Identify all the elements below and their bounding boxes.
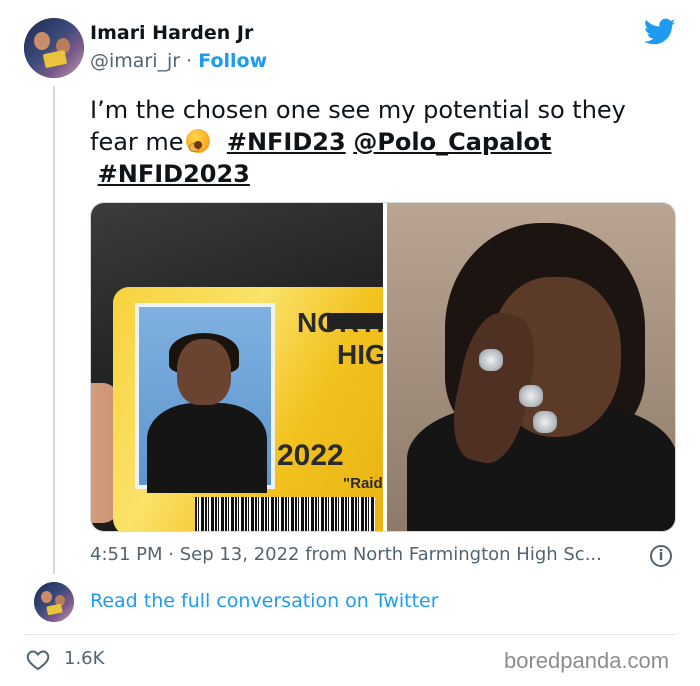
person-head — [177, 339, 231, 405]
author-name[interactable]: Imari Harden Jr — [90, 22, 253, 44]
id-portrait — [135, 303, 275, 493]
tweet-text: I’m the chosen one see my potential so t… — [90, 94, 680, 190]
author-avatar[interactable] — [24, 18, 84, 78]
like-count[interactable]: 1.6K — [64, 648, 104, 669]
person-body — [147, 403, 267, 493]
author-handle-row: @imari_jr · Follow — [90, 50, 267, 72]
heart-icon[interactable] — [26, 649, 50, 671]
read-conversation-link[interactable]: Read the full conversation on Twitter — [90, 590, 439, 612]
ring — [533, 411, 557, 433]
conversation-avatar[interactable] — [34, 582, 74, 622]
watermark: boredpanda.com — [504, 648, 670, 673]
tweet-timestamp[interactable]: 4:51 PM · Sep 13, 2022 from North Farmin… — [90, 544, 602, 565]
follow-button[interactable]: Follow — [198, 50, 267, 72]
separator-dot: · — [186, 50, 193, 72]
avatar-face — [41, 591, 52, 603]
redaction-bar — [327, 313, 383, 329]
author-handle[interactable]: @imari_jr — [90, 50, 180, 72]
ring — [519, 385, 543, 407]
hashtag-nfid23[interactable]: #NFID23 — [227, 128, 346, 156]
thread-line — [53, 86, 55, 574]
twitter-bird-icon[interactable] — [644, 18, 676, 46]
avatar-image — [24, 18, 84, 78]
id-team: "Raid — [343, 475, 383, 492]
avatar-image — [34, 582, 74, 622]
barcode — [195, 497, 375, 531]
id-card-photo[interactable]: NORTH HIG 2022 "Raid — [91, 203, 383, 531]
tweet-media[interactable]: NORTH HIG 2022 "Raid — [90, 202, 676, 532]
portrait-photo[interactable] — [387, 203, 675, 531]
id-year: 2022 — [277, 439, 344, 472]
hashtag-nfid2023[interactable]: #NFID2023 — [98, 160, 250, 188]
ring — [479, 349, 503, 371]
info-icon[interactable]: i — [650, 545, 672, 567]
yawning-face-icon — [185, 129, 210, 153]
divider — [24, 634, 676, 635]
avatar-face — [34, 32, 50, 50]
mention-polo-capalot[interactable]: @Polo_Capalot — [353, 128, 551, 156]
